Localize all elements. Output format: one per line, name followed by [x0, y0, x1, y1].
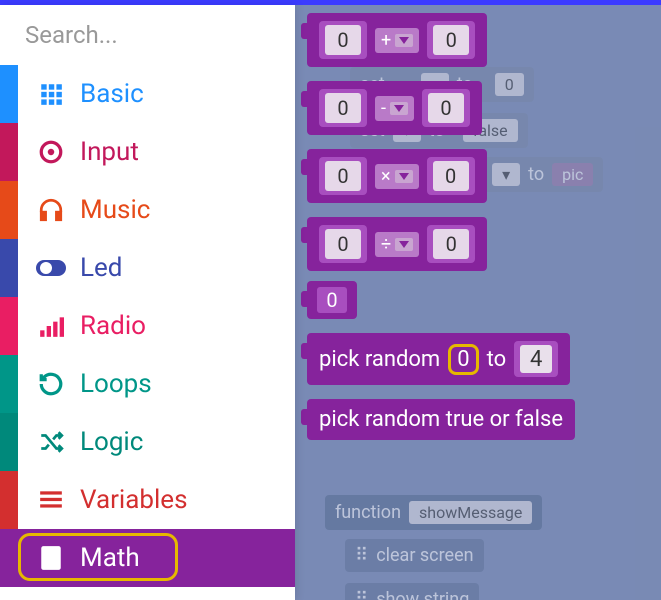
category-music[interactable]: Music: [0, 181, 295, 239]
operand-a[interactable]: 0: [325, 229, 361, 259]
category-label: Logic: [80, 427, 143, 457]
bars-icon: [36, 313, 66, 339]
input-socket: 0: [422, 89, 470, 127]
category-variables[interactable]: Variables: [0, 471, 295, 529]
category-color-bar: [0, 413, 18, 471]
arithmetic-block[interactable]: 0 ÷ 0: [307, 217, 487, 271]
category-led[interactable]: Led: [0, 239, 295, 297]
app-root: Basic Input Music Led Radio Loops Logic Variabl…: [0, 0, 661, 600]
input-socket: 0: [319, 225, 367, 263]
category-label: Loops: [80, 369, 152, 399]
category-label: Input: [80, 137, 139, 167]
operator-dropdown[interactable]: -: [375, 96, 414, 121]
operator-dropdown[interactable]: +: [375, 28, 419, 53]
calculator-icon: [36, 545, 66, 571]
toolbox-sidebar: Basic Input Music Led Radio Loops Logic Variabl…: [0, 5, 295, 600]
search-input[interactable]: [25, 21, 336, 49]
category-radio[interactable]: Radio: [0, 297, 295, 355]
category-label: Variables: [80, 485, 188, 515]
arithmetic-block[interactable]: 0 × 0: [307, 149, 487, 203]
random-from-value[interactable]: 0: [448, 344, 478, 375]
category-input[interactable]: Input: [0, 123, 295, 181]
category-label: Math: [80, 543, 140, 573]
operator-dropdown[interactable]: ÷: [375, 232, 419, 257]
operand-a[interactable]: 0: [325, 93, 361, 123]
category-list: Basic Input Music Led Radio Loops Logic Variabl…: [0, 65, 295, 587]
category-color-bar: [0, 65, 18, 123]
category-label: Radio: [80, 311, 146, 341]
category-basic[interactable]: Basic: [0, 65, 295, 123]
math-flyout: 0+00-00×00÷0 0 pick random 0 to 4 pick r…: [307, 13, 649, 440]
category-loops[interactable]: Loops: [0, 355, 295, 413]
operator-dropdown[interactable]: ×: [375, 164, 419, 189]
category-color-bar: [0, 471, 18, 529]
input-socket: 0: [319, 157, 367, 195]
category-color-bar: [0, 239, 18, 297]
category-color-bar: [0, 355, 18, 413]
bg-block: ⠿clear screen: [345, 539, 484, 572]
category-color-bar: [0, 297, 18, 355]
category-label: Music: [80, 195, 150, 225]
operand-b[interactable]: 0: [433, 161, 469, 191]
input-socket: 0: [319, 89, 367, 127]
operand-b[interactable]: 0: [433, 229, 469, 259]
workspace[interactable]: ge set▾to0 set▾tofalse setitGuessed▾topi…: [295, 5, 661, 600]
operand-b[interactable]: 0: [433, 25, 469, 55]
operand-a[interactable]: 0: [325, 161, 361, 191]
random-to-value[interactable]: 4: [520, 345, 552, 373]
refresh-icon: [36, 371, 66, 397]
target-icon: [36, 139, 66, 165]
block-label: to: [487, 347, 507, 372]
category-logic[interactable]: Logic: [0, 413, 295, 471]
search-row: [0, 5, 295, 65]
bg-block: ⠿show string: [345, 583, 479, 600]
headphones-icon: [36, 197, 66, 223]
shuffle-icon: [36, 429, 66, 455]
category-color-bar: [0, 123, 18, 181]
category-color-bar: [0, 181, 18, 239]
input-socket: 0: [427, 225, 475, 263]
bg-block: functionshowMessage: [325, 495, 542, 530]
number-literal-block[interactable]: 0: [307, 281, 357, 319]
category-color-bar: [0, 529, 18, 587]
input-socket: 4: [514, 341, 558, 377]
input-socket: 0: [427, 21, 475, 59]
pick-random-number-block[interactable]: pick random 0 to 4: [307, 333, 570, 385]
input-socket: 0: [427, 157, 475, 195]
block-label: pick random true or false: [319, 407, 563, 432]
pick-random-bool-block[interactable]: pick random true or false: [307, 399, 575, 440]
category-label: Basic: [80, 79, 144, 109]
operand-b[interactable]: 0: [428, 93, 464, 123]
toggle-icon: [36, 258, 66, 278]
lines-icon: [36, 487, 66, 513]
arithmetic-block[interactable]: 0-0: [307, 81, 482, 135]
grid-icon: [36, 81, 66, 107]
number-value: 0: [317, 287, 347, 313]
category-label: Led: [80, 253, 122, 283]
block-label: pick random: [319, 347, 440, 372]
category-math[interactable]: Math: [0, 529, 295, 587]
